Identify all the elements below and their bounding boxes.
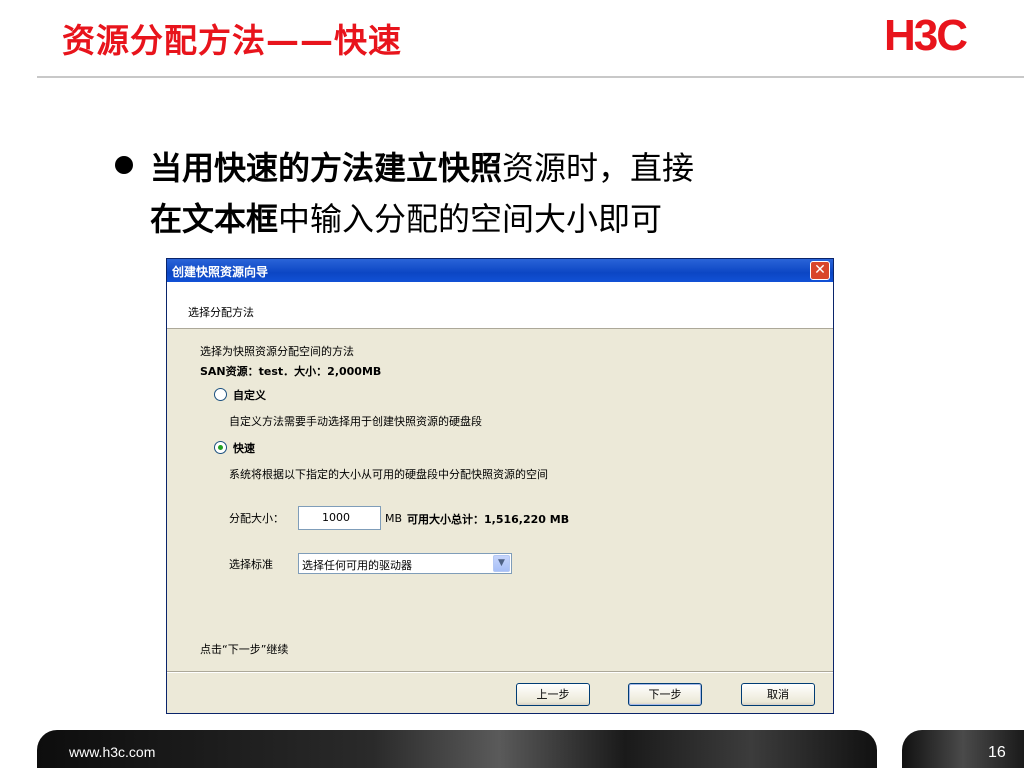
close-icon[interactable]: ✕: [810, 261, 830, 280]
slide-title: 资源分配方法——快速: [62, 21, 402, 60]
wizard-step-title: 选择分配方法: [188, 306, 254, 319]
bullet-phrase: 资源时，直接: [502, 149, 695, 187]
footer-bar: [37, 730, 877, 768]
dialog-titlebar[interactable]: 创建快照资源向导 ✕: [167, 259, 833, 282]
title-divider: [37, 76, 1024, 78]
wizard-header: 选择分配方法: [167, 282, 833, 329]
intro-text: 选择为快照资源分配空间的方法: [200, 345, 354, 358]
size-unit: MB: [385, 512, 403, 525]
bullet-bold-phrase-2: 在文本框: [150, 200, 279, 238]
radio-custom[interactable]: [214, 388, 227, 401]
radio-fast[interactable]: [214, 441, 227, 454]
custom-description: 自定义方法需要手动选择用于创建快照资源的硬盘段: [229, 415, 482, 428]
size-label: 分配大小：: [229, 512, 284, 525]
bullet-text: 当用快速的方法建立快照资源时，直接 在文本框中输入分配的空间大小即可: [150, 143, 910, 245]
chevron-down-icon[interactable]: ▼: [493, 555, 510, 572]
wizard-dialog: 创建快照资源向导 ✕ 选择分配方法 选择为快照资源分配空间的方法 SAN资源：t…: [166, 258, 834, 714]
bullet-icon: [115, 156, 133, 174]
available-total: 可用大小总计：1,516,220 MB: [407, 513, 570, 526]
next-button[interactable]: 下一步: [628, 683, 702, 706]
bullet-phrase-2: 中输入分配的空间大小即可: [278, 200, 663, 238]
option-custom-label[interactable]: 自定义: [233, 387, 266, 403]
h3c-logo: H3C: [884, 11, 968, 60]
radio-selected-dot: [218, 445, 223, 450]
fast-description: 系统将根据以下指定的大小从可用的硬盘段中分配快照资源的空间: [229, 468, 548, 481]
prev-button[interactable]: 上一步: [516, 683, 590, 706]
size-input[interactable]: 1000: [298, 506, 381, 530]
bullet-bold-phrase: 当用快速的方法建立快照: [150, 149, 503, 187]
page-number: 16: [988, 744, 1006, 761]
criteria-label: 选择标准: [229, 558, 273, 571]
san-info: SAN资源：test．大小：2,000MB: [200, 365, 382, 378]
criteria-value: 选择任何可用的驱动器: [302, 559, 412, 572]
criteria-select[interactable]: 选择任何可用的驱动器 ▼: [298, 553, 512, 574]
continue-hint: 点击“下一步”继续: [200, 643, 289, 656]
dialog-footer-divider: [167, 671, 833, 673]
dialog-title: 创建快照资源向导: [172, 265, 269, 279]
cancel-button[interactable]: 取消: [741, 683, 815, 706]
footer-url: www.h3c.com: [69, 744, 156, 760]
option-fast-label[interactable]: 快速: [233, 440, 255, 456]
